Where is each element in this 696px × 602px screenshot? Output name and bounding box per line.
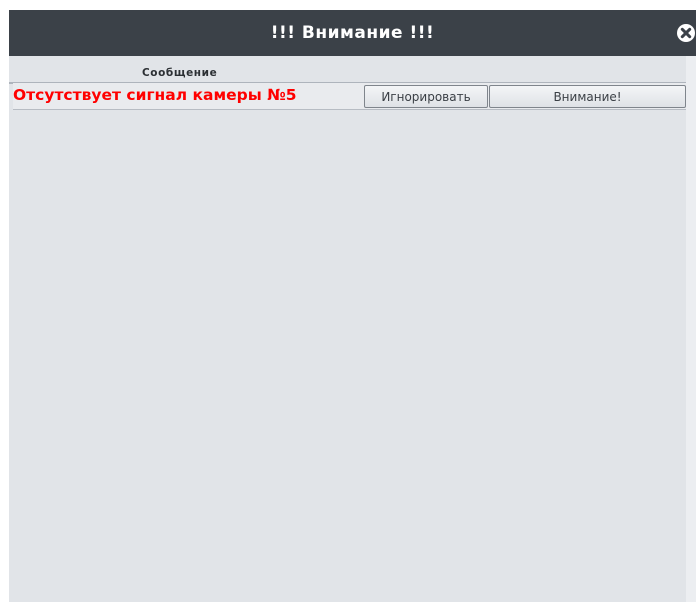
title-bar[interactable]: !!! Внимание !!! (9, 10, 696, 56)
column-header-message: Сообщение (142, 67, 218, 79)
attention-button[interactable]: Внимание! (489, 85, 686, 108)
window-title: !!! Внимание !!! (270, 23, 435, 43)
close-icon[interactable] (676, 23, 696, 43)
table-row[interactable]: Отсутствует сигнал камеры №5 Игнорироват… (13, 83, 686, 110)
vertical-scrollbar[interactable] (686, 56, 696, 602)
messages-table: Сообщение Отсутствует сигнал камеры №5 И… (9, 56, 686, 602)
alert-message: Отсутствует сигнал камеры №5 (13, 86, 297, 104)
alert-window: !!! Внимание !!! Сообщение Отсутствует с… (9, 10, 696, 602)
column-header[interactable]: Сообщение (9, 56, 686, 84)
ignore-button[interactable]: Игнорировать (364, 85, 488, 108)
